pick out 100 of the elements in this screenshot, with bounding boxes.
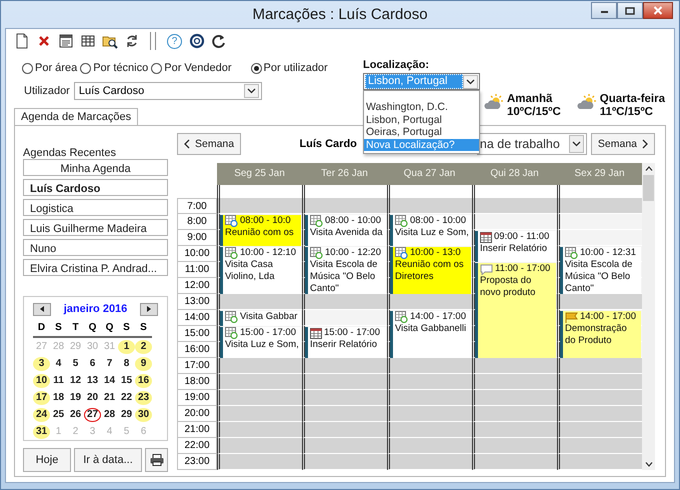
appointment[interactable]: 10:00 - 12:31 Visita Escola de Música "O Belo Canto" bbox=[560, 247, 641, 294]
appointment[interactable]: 10:00 - 12:10 Visita Casa Violino, Lda bbox=[220, 247, 301, 294]
appointment-time: 10:00 - 12:10 bbox=[240, 247, 296, 259]
weekday-label: Q bbox=[101, 321, 118, 338]
today-button[interactable]: Hoje bbox=[23, 448, 71, 472]
printer-icon bbox=[150, 454, 164, 466]
calendar-day[interactable]: 19 bbox=[67, 390, 84, 404]
agenda-button[interactable]: Elvira Cristina P. Andrad... bbox=[23, 259, 168, 276]
radio-button[interactable] bbox=[22, 62, 33, 74]
calendar-day[interactable]: 13 bbox=[84, 374, 101, 388]
appointment-title: Demonstração do Produto bbox=[565, 323, 628, 347]
radio-button[interactable] bbox=[80, 62, 92, 74]
target-icon[interactable] bbox=[189, 33, 205, 49]
appointment[interactable]: 08:00 - 10:00 Visita Avenida da bbox=[305, 215, 386, 246]
calendar-day[interactable]: 23 bbox=[135, 390, 152, 404]
calendar-day[interactable]: 4 bbox=[50, 356, 67, 370]
appointment[interactable]: 08:00 - 10:0 Reunião com os bbox=[220, 215, 301, 246]
tab[interactable]: Agenda de Marcações bbox=[14, 108, 138, 125]
hour-label: 17:00 bbox=[177, 358, 217, 374]
appointment-time: 11:00 - 17:00 bbox=[495, 263, 550, 275]
minimize-button[interactable] bbox=[591, 2, 617, 19]
calendar-day[interactable]: 3 bbox=[33, 356, 50, 370]
appointment[interactable]: 10:00 - 12:20 Visita Escola de Música "O Belo Canto" bbox=[305, 247, 386, 294]
appointment[interactable]: 09:00 - 11:00 Inserir Relatório bbox=[475, 231, 556, 262]
calendar-day[interactable]: 9 bbox=[135, 356, 152, 370]
calendar-day[interactable]: 18 bbox=[50, 390, 67, 404]
calendar-day[interactable]: 24 bbox=[33, 408, 50, 422]
scroll-thumb[interactable] bbox=[643, 175, 654, 201]
agenda-button[interactable]: Nuno bbox=[23, 239, 168, 256]
calendar-day[interactable]: 10 bbox=[33, 374, 50, 388]
calendar-day[interactable]: 22 bbox=[118, 390, 135, 404]
appointment-time: 10:00 - 12:31 bbox=[580, 247, 636, 259]
form-icon[interactable] bbox=[58, 33, 74, 49]
calendar-day[interactable]: 8 bbox=[118, 356, 135, 370]
calendar-day[interactable]: 17 bbox=[33, 390, 50, 404]
calendar-day[interactable]: 11 bbox=[50, 374, 67, 388]
user-dropdown[interactable]: Luís Cardoso bbox=[74, 82, 262, 100]
appointment[interactable]: 14:00 - 17:00 Visita Gabbanelli bbox=[390, 311, 471, 358]
maximize-button[interactable] bbox=[617, 2, 643, 19]
calendar-day[interactable]: 1 bbox=[118, 340, 135, 354]
agenda-button[interactable]: Minha Agenda bbox=[23, 159, 168, 176]
calendar-day[interactable]: 14 bbox=[101, 374, 118, 388]
calendar-day[interactable]: 16 bbox=[135, 374, 152, 388]
calendar-day[interactable]: 20 bbox=[84, 390, 101, 404]
hour-label: 20:00 bbox=[177, 406, 217, 422]
appointment[interactable]: 15:00 - 17:00 Inserir Relatório bbox=[305, 327, 386, 358]
chevron-down-icon[interactable] bbox=[644, 462, 652, 467]
appointment[interactable]: 15:00 - 17:00 Visita Luz e Som, bbox=[220, 327, 301, 358]
next-month-button[interactable] bbox=[140, 302, 158, 316]
dropdown-option[interactable]: Lisbon, Portugal bbox=[364, 114, 479, 126]
appointment[interactable]: Visita Gabbar bbox=[220, 311, 301, 326]
chevron-up-icon[interactable] bbox=[644, 166, 652, 171]
calendar-day[interactable]: 25 bbox=[50, 408, 67, 422]
calendar-day[interactable]: 15 bbox=[118, 374, 135, 388]
new-document-icon[interactable] bbox=[14, 33, 30, 49]
flag-icon bbox=[565, 312, 578, 322]
appointment[interactable]: 11:00 - 17:00 Proposta do novo produto bbox=[475, 263, 556, 358]
appointment-title: Visita Escola de Música "O Belo Canto" bbox=[565, 259, 634, 295]
calendar-day[interactable]: 28 bbox=[101, 408, 118, 422]
go-to-date-button[interactable]: Ir à data... bbox=[74, 448, 142, 472]
appointment[interactable]: 10:00 - 13:0 Reunião com os Diretores bbox=[390, 247, 471, 294]
weekday-label: S bbox=[50, 321, 67, 338]
appointment[interactable]: 14:00 - 17:00 Demonstração do Produto bbox=[560, 311, 641, 358]
calendar-day[interactable]: 5 bbox=[67, 356, 84, 370]
table-icon[interactable] bbox=[80, 33, 96, 49]
calendar-day[interactable]: 21 bbox=[101, 390, 118, 404]
help-button[interactable]: ? bbox=[167, 34, 182, 48]
agenda-button[interactable]: Luís Cardoso bbox=[23, 179, 168, 196]
calendar-day[interactable]: 7 bbox=[101, 356, 118, 370]
circular-arrow-icon[interactable] bbox=[211, 33, 227, 49]
dropdown-option[interactable]: Washington, D.C. bbox=[364, 101, 479, 114]
weather-day: Quarta-feira bbox=[600, 93, 665, 106]
calendar-day[interactable]: 26 bbox=[67, 408, 84, 422]
hour-label: 9:00 bbox=[177, 230, 217, 246]
agenda-button[interactable]: Logistica bbox=[23, 199, 168, 216]
previous-week-button[interactable]: Semana bbox=[177, 133, 242, 155]
day-header: Qui 28 Jan bbox=[472, 163, 557, 185]
print-button[interactable] bbox=[145, 448, 168, 472]
calendar-clock-icon bbox=[225, 327, 238, 339]
previous-month-button[interactable] bbox=[33, 302, 51, 316]
dropdown-option[interactable]: Oeiras, Portugal bbox=[364, 126, 479, 138]
calendar-day[interactable]: 2 bbox=[135, 340, 152, 354]
calendar-day[interactable]: 29 bbox=[118, 408, 135, 422]
day-header: Seg 25 Jan bbox=[217, 163, 302, 185]
agenda-button[interactable]: Luis Guilherme Madeira bbox=[23, 219, 168, 236]
next-week-button[interactable]: Semana bbox=[590, 133, 655, 155]
calendar-day[interactable]: 27 bbox=[84, 408, 101, 422]
calendar-icon bbox=[480, 232, 492, 242]
calendar-day[interactable]: 6 bbox=[84, 356, 101, 370]
calendar-day[interactable]: 12 bbox=[67, 374, 84, 388]
view-dropdown[interactable]: na de trabalho bbox=[476, 133, 587, 155]
calendar-day[interactable]: 30 bbox=[135, 408, 152, 422]
caret-icon bbox=[246, 88, 256, 94]
radio-button[interactable] bbox=[151, 62, 162, 74]
appointment[interactable]: 08:00 - 10:00 Visita Luz e Som, bbox=[390, 215, 471, 246]
calendar-day[interactable]: 31 bbox=[33, 424, 50, 438]
hour-label: 21:00 bbox=[177, 422, 217, 438]
radio-button[interactable] bbox=[250, 62, 262, 74]
radio-label: Por utilizador bbox=[264, 62, 328, 74]
close-button[interactable] bbox=[643, 2, 673, 19]
